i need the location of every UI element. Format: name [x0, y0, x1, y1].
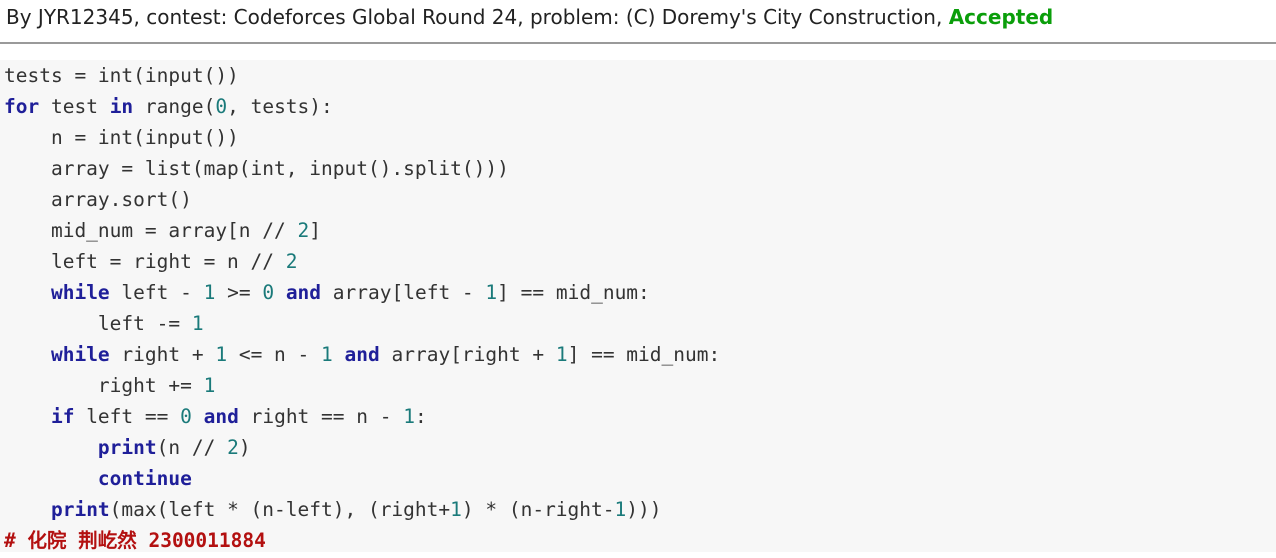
submission-info: By JYR12345, contest: Codeforces Global … — [6, 5, 949, 29]
code-line: left -= 1 — [4, 312, 204, 335]
verdict-accepted: Accepted — [948, 5, 1054, 29]
code-line: print(n // 2) — [97, 436, 251, 459]
code-line: if left == 0 and right == n - 1: — [50, 405, 427, 428]
code-line: array.sort() — [4, 188, 192, 211]
code-line: # 化院 荆屹然 2300011884 — [4, 529, 266, 552]
code-line: while left - 1 >= 0 and array[left - 1] … — [50, 281, 650, 304]
code-line: continue — [97, 467, 192, 490]
source-code-block: tests = int(input()) for test in range(0,… — [0, 60, 1276, 552]
code-line: right += 1 — [4, 374, 216, 397]
code-line: left = right = n // 2 — [4, 250, 298, 273]
code-line: mid_num = array[n // 2] — [4, 219, 321, 242]
code-line: for test in range(0, tests): — [4, 95, 333, 118]
code-line: n = int(input()) — [4, 126, 239, 149]
code-line: print(max(left * (n-left), (right+1) * (… — [50, 498, 662, 521]
code-line: array = list(map(int, input().split())) — [4, 157, 509, 180]
submission-header: By JYR12345, contest: Codeforces Global … — [0, 0, 1276, 44]
code-line: tests = int(input()) — [4, 64, 239, 87]
code-line: while right + 1 <= n - 1 and array[right… — [50, 343, 721, 366]
